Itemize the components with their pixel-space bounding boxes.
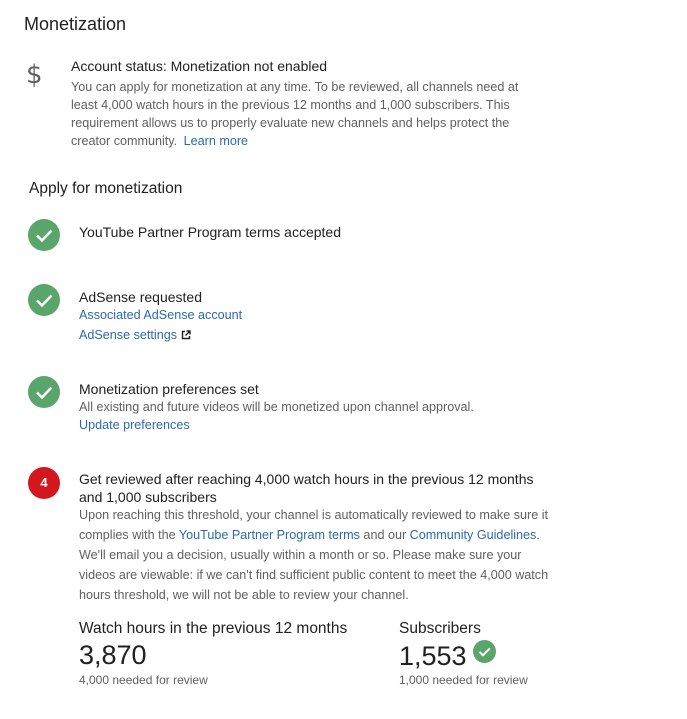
dollar-icon: $: [26, 60, 43, 90]
step-3-title: Monetization preferences set: [79, 381, 259, 397]
community-guidelines-link[interactable]: Community Guidelines: [410, 528, 537, 542]
update-preferences-link[interactable]: Update preferences: [79, 416, 190, 434]
ypp-terms-link[interactable]: YouTube Partner Program terms: [179, 528, 360, 542]
watch-hours-label: Watch hours in the previous 12 months: [79, 620, 348, 637]
step-1-check-icon: [28, 219, 60, 251]
associated-adsense-link[interactable]: Associated AdSense account: [79, 306, 242, 324]
subscribers-value: 1,553: [399, 641, 467, 671]
adsense-settings-row: AdSense settings: [79, 326, 191, 345]
learn-more-link[interactable]: Learn more: [184, 134, 248, 148]
account-description-text: You can apply for monetization at any ti…: [71, 80, 519, 148]
apply-heading: Apply for monetization: [29, 180, 183, 197]
subscribers-met-check-icon: [472, 640, 496, 663]
external-link-icon[interactable]: [181, 327, 191, 345]
step-4-description: Upon reaching this threshold, your chann…: [79, 505, 555, 605]
step-3-description: All existing and future videos will be m…: [79, 400, 474, 414]
step-2-title: AdSense requested: [79, 289, 202, 305]
step-4-number-badge: 4: [28, 467, 60, 499]
step-1-title: YouTube Partner Program terms accepted: [79, 224, 341, 240]
subscribers-needed: 1,000 needed for review: [399, 673, 528, 687]
watch-hours-needed: 4,000 needed for review: [79, 673, 208, 687]
step-3-check-icon: [28, 376, 60, 408]
account-description: You can apply for monetization at any ti…: [71, 78, 541, 150]
watch-hours-value: 3,870: [79, 640, 147, 670]
step-4-desc-part2: and our: [359, 528, 410, 542]
account-status: Account status: Monetization not enabled: [71, 58, 328, 74]
step-2-check-icon: [28, 284, 60, 316]
step-4-title: Get reviewed after reaching 4,000 watch …: [79, 471, 534, 505]
subscribers-value-row: 1,553: [399, 640, 496, 672]
subscribers-label: Subscribers: [399, 620, 481, 637]
adsense-settings-link[interactable]: AdSense settings: [79, 328, 177, 342]
page-title: Monetization: [24, 14, 127, 34]
